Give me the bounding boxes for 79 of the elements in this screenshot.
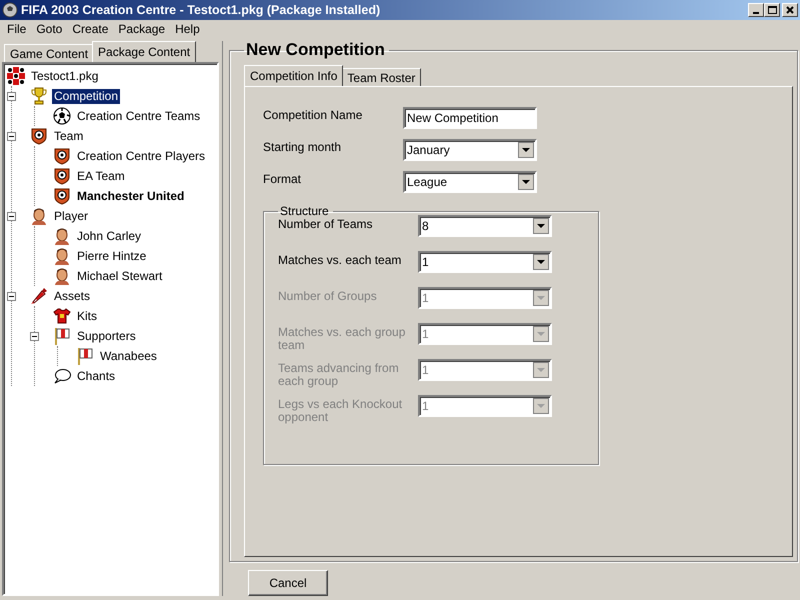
paint-tube-icon — [30, 287, 48, 305]
cancel-button[interactable]: Cancel — [248, 570, 328, 596]
dropdown-arrow-icon — [533, 254, 549, 270]
tree-item[interactable]: EA Team — [75, 168, 127, 184]
dropdown-arrow-icon — [533, 218, 549, 234]
shield-icon — [53, 187, 71, 205]
tree-item[interactable]: Kits — [75, 308, 100, 324]
flag-icon — [53, 327, 71, 345]
dropdown-arrow-icon — [533, 290, 549, 306]
tree-item[interactable]: Creation Centre Teams — [75, 108, 202, 124]
minimize-icon — [753, 12, 759, 14]
tab[interactable]: Package Content — [92, 41, 196, 62]
dropdown-arrow-icon — [533, 362, 549, 378]
shield-icon — [53, 167, 71, 185]
tree-item[interactable]: Supporters — [75, 328, 138, 344]
dropdown-arrow-icon — [518, 174, 534, 190]
maximize-icon — [768, 6, 776, 14]
dropdown-field[interactable]: 1 — [418, 250, 552, 273]
tree-item[interactable]: John Carley — [75, 228, 144, 244]
trophy-icon — [30, 87, 48, 105]
dropdown-arrow-icon — [533, 398, 549, 414]
speech-bubble-icon — [53, 367, 71, 385]
shield-icon — [30, 127, 48, 145]
menu-item[interactable]: Create — [67, 20, 114, 38]
tree-item[interactable]: Player — [52, 208, 90, 224]
field-label: Number of Teams — [278, 218, 374, 231]
field-label: Teams advancing from each group — [278, 362, 400, 388]
menu-item[interactable]: File — [2, 20, 32, 38]
collapse-icon[interactable] — [7, 92, 16, 100]
menu-item[interactable]: Goto — [31, 20, 68, 38]
tree-item[interactable]: Manchester United — [75, 188, 186, 204]
group-title: Structure — [279, 204, 330, 218]
ball-icon — [53, 107, 71, 125]
field-label: Starting month — [263, 140, 342, 154]
flag-icon — [76, 347, 94, 365]
dropdown-arrow-icon — [518, 142, 534, 158]
field-label: Format — [263, 172, 302, 186]
shield-icon — [53, 147, 71, 165]
field-label: Matches vs. each team — [278, 254, 402, 267]
package-icon — [7, 67, 25, 85]
collapse-icon[interactable] — [7, 292, 16, 300]
player-head-icon — [53, 267, 71, 285]
dropdown-field[interactable]: January — [403, 138, 537, 161]
maximize-button[interactable] — [764, 3, 780, 17]
menu-item[interactable]: Package — [113, 20, 170, 38]
dropdown-field[interactable]: League — [403, 170, 537, 193]
tree-item[interactable]: Team — [52, 128, 86, 144]
player-head-icon — [53, 227, 71, 245]
window-title: FIFA 2003 Creation Centre - Testoct1.pkg (Package Installed) — [21, 2, 380, 19]
collapse-icon[interactable] — [7, 132, 16, 140]
tree-item[interactable]: Testoct1.pkg — [29, 68, 100, 84]
field-label: Number of Groups — [278, 290, 378, 303]
globe-icon — [2, 2, 18, 18]
tree-item[interactable]: Pierre Hintze — [75, 248, 148, 264]
tree-item[interactable]: Michael Stewart — [75, 268, 164, 284]
shirt-icon — [53, 307, 71, 325]
close-icon — [786, 6, 794, 14]
collapse-icon[interactable] — [7, 212, 16, 220]
tab[interactable]: Team Roster — [341, 68, 422, 86]
tree-item[interactable]: Wanabees — [98, 348, 159, 364]
player-head-icon — [30, 207, 48, 225]
field-label: Legs vs each Knockout opponent — [278, 398, 404, 424]
collapse-icon[interactable] — [30, 332, 39, 340]
dropdown-arrow-icon — [533, 326, 549, 342]
group-title: New Competition — [245, 41, 386, 60]
field-label: Matches vs. each group team — [278, 326, 406, 352]
tree-item[interactable]: Assets — [52, 288, 92, 304]
tree-item[interactable]: Chants — [75, 368, 118, 384]
player-head-icon — [53, 247, 71, 265]
menu-item[interactable]: Help — [170, 20, 205, 38]
dropdown-field[interactable]: 8 — [418, 214, 552, 237]
field-label: Competition Name — [263, 108, 364, 122]
minimize-button[interactable] — [748, 3, 764, 17]
tree-item[interactable]: Creation Centre Players — [75, 148, 208, 164]
tab[interactable]: Competition Info — [244, 64, 344, 86]
tab[interactable]: Game Content — [4, 44, 94, 62]
text-field[interactable]: New Competition — [403, 106, 537, 129]
tree-item[interactable]: Competition — [52, 88, 120, 104]
close-button[interactable] — [782, 3, 798, 17]
